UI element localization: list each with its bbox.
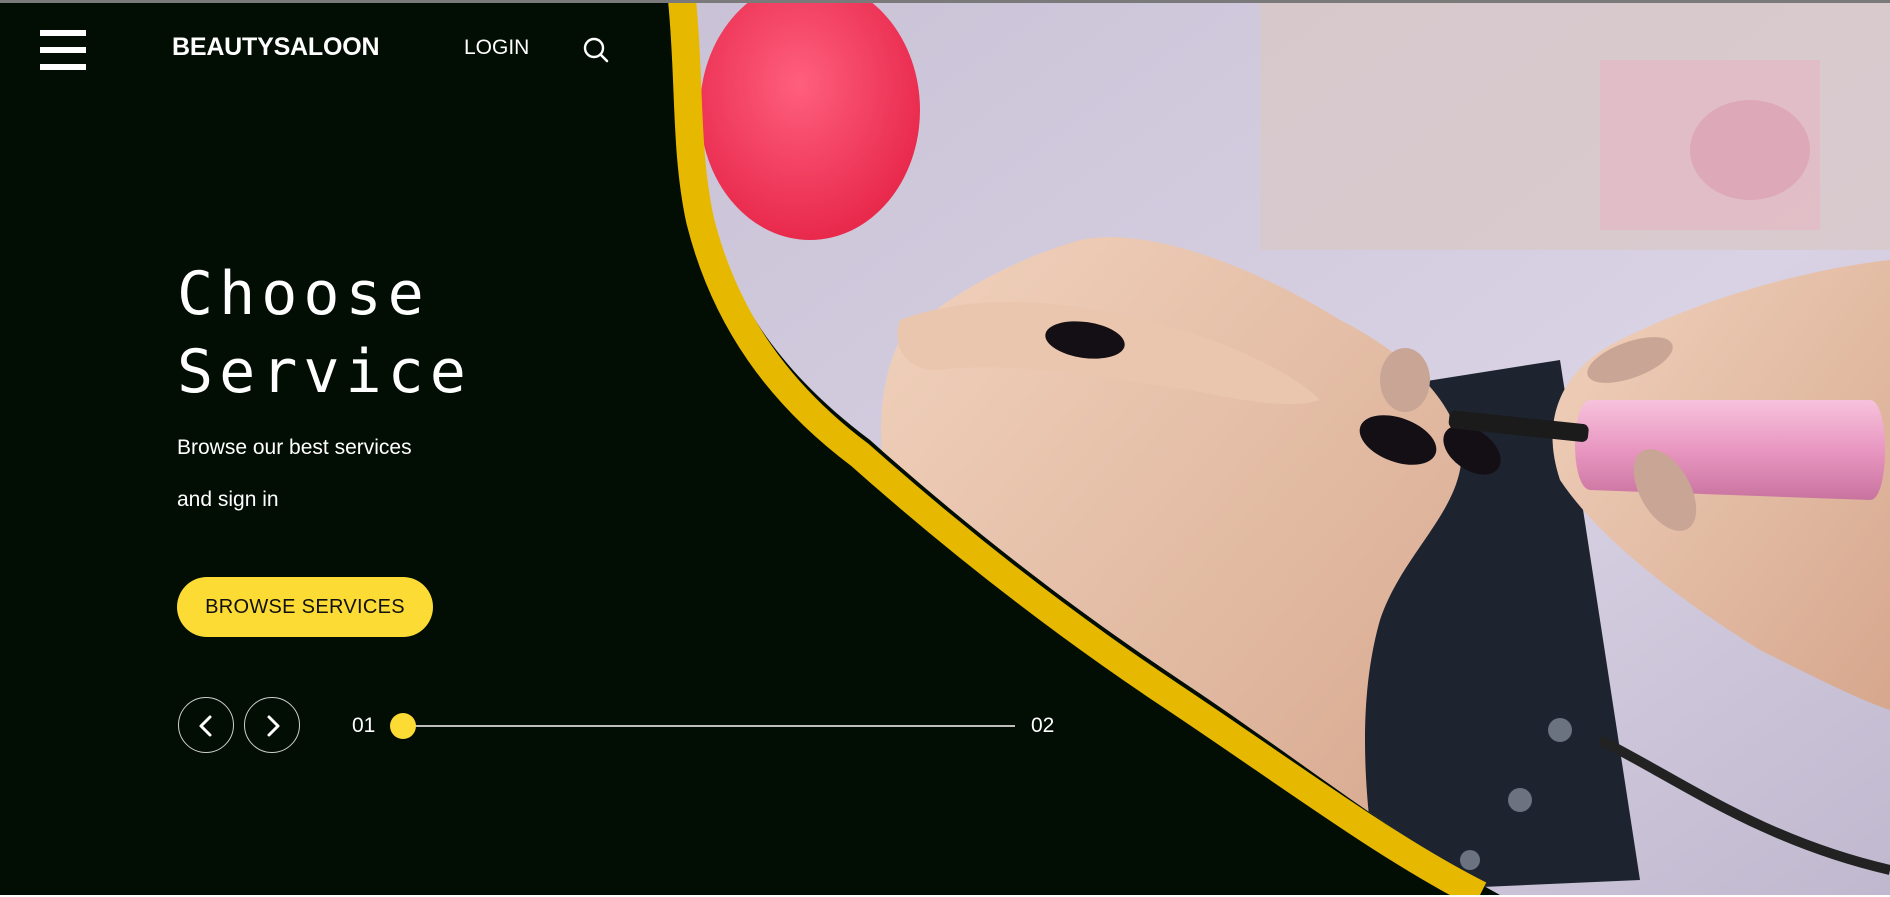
login-link[interactable]: LOGIN [464,36,529,60]
slide-progress-track[interactable] [400,725,1015,727]
brand-logo[interactable]: BEAUTYSALOON [172,33,380,62]
hero-section: BEAUTYSALOON LOGIN Choose Service Browse… [0,0,1890,897]
chevron-left-icon [199,715,212,737]
slide-progress-knob[interactable] [390,713,416,739]
next-slide-button[interactable] [244,697,300,753]
hero-subtitle: Browse our best services and sign in [177,422,497,526]
hero-subtitle-line-2: and sign in [177,488,279,511]
previous-slide-button[interactable] [178,697,234,753]
browse-services-button[interactable]: BROWSE SERVICES [177,577,433,637]
hero-title-line-2: Service [177,337,472,407]
hero-title-line-1: Choose [177,259,430,329]
hero-title: Choose Service [177,255,472,411]
hero-subtitle-line-1: Browse our best services [177,436,412,459]
slide-current-number: 01 [352,714,376,737]
search-icon[interactable] [582,36,610,64]
hamburger-menu-icon[interactable] [40,30,88,72]
chevron-right-icon [267,715,280,737]
slide-total-number: 02 [1031,714,1055,737]
top-border [0,0,1890,3]
